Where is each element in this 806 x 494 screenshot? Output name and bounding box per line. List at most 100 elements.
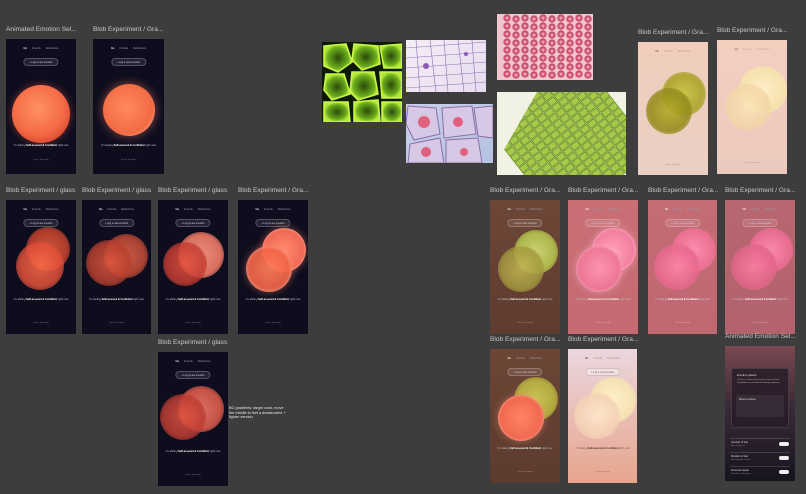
frame-blob-glass-2[interactable]: Blob Experiment / glass Me Friends Reflect… [82,187,151,334]
nav-me[interactable]: Me [507,208,511,211]
nav-reflections[interactable]: Reflections [46,47,59,50]
nav-friends[interactable]: Friends [120,47,129,50]
nav-me[interactable]: Me [585,208,589,211]
blob-front[interactable] [16,242,64,290]
log-emotion-pill[interactable]: + Log a new emotion [23,58,59,67]
frame-blob-gradient-1[interactable]: Blob Experiment / Gra... Me Friends Reflec… [93,26,164,174]
frame-label[interactable]: Blob Experiment / glass [158,187,227,194]
nav-friends[interactable]: Friends [184,208,193,211]
nav-friends[interactable]: Friends [32,47,41,50]
emotion-blob[interactable] [12,85,70,143]
image-red-blood-cells[interactable] [497,14,593,80]
frame-label[interactable]: Blob Experiment / Gra... [725,187,795,194]
nav-reflections[interactable]: Reflections [765,208,778,211]
image-pink-nuclei-cells[interactable] [406,104,493,163]
nav-friends[interactable]: Friends [674,208,683,211]
log-emotion-pill[interactable]: + Log a new emotion [585,219,621,228]
nav-me[interactable]: Me [111,47,115,50]
frame-label[interactable]: Blob Experiment / Gra... [490,336,560,343]
nav-me[interactable]: Me [23,208,27,211]
frame-blob-gradient-pink-1[interactable]: Blob Experiment / Gra... Me Friends Reflec… [568,187,638,334]
nav-me[interactable]: Me [23,47,27,50]
frame-blob-gradient-olive[interactable]: Blob Experiment / Gra... Me Friends Reflec… [638,29,708,175]
frame-blob-glass-4[interactable]: Blob Experiment / glass Me Friends Reflect… [158,339,228,486]
slider-row[interactable]: Duration of feel How long has it lasted [730,452,790,464]
log-emotion-pill[interactable]: + Log a new emotion [23,219,59,228]
frame-label[interactable]: Blob Experiment / Gra... [638,29,708,36]
slider-row[interactable]: Personal impact How does it affect you [730,466,790,478]
toggle[interactable] [779,442,789,446]
toggle[interactable] [779,470,789,474]
frame-blob-glass-3[interactable]: Blob Experiment / glass Me Friends Reflect… [158,187,228,334]
mixed-emotions-panel[interactable]: Mixed emotions [736,395,784,417]
blob-front[interactable] [725,84,771,130]
log-emotion-pill[interactable]: + Log a new emotion [507,368,543,377]
blob-front[interactable] [86,240,132,286]
frame-label[interactable]: Blob Experiment / Gra... [490,187,560,194]
nav-me[interactable]: Me [734,48,738,51]
log-emotion-pill[interactable]: + Log a new emotion [507,219,543,228]
blob-front[interactable] [163,242,207,286]
nav-reflections[interactable]: Reflections [278,208,291,211]
nav-friends[interactable]: Friends [108,208,117,211]
frame-label[interactable]: Blob Experiment / Gra... [568,187,638,194]
frame-blob-glass-1[interactable]: Blob Experiment / glass Me Friends Reflect… [6,187,76,334]
nav-reflections[interactable]: Reflections [530,208,543,211]
nav-reflections[interactable]: Reflections [46,208,59,211]
nav-friends[interactable]: Friends [594,208,603,211]
blob-front[interactable] [574,393,620,439]
slider-row[interactable]: Intensity of feel How strong is it [730,438,790,450]
frame-blob-gradient-brown[interactable]: Blob Experiment / Gra... Me Friends Reflec… [490,187,560,334]
blob-front[interactable] [498,395,544,441]
log-emotion-pill[interactable]: + Log a new emotion [175,371,211,380]
nav-me[interactable]: Me [585,357,589,360]
nav-friends[interactable]: Friends [664,50,673,53]
blob-front[interactable] [576,246,622,292]
nav-me[interactable]: Me [742,208,746,211]
log-emotion-pill[interactable]: + Log a new emotion [110,58,147,67]
frame-blob-gradient-cream[interactable]: Blob Experiment / Gra... Me Friends Reflec… [717,27,787,174]
nav-me[interactable]: Me [175,360,179,363]
nav-reflections[interactable]: Reflections [198,360,211,363]
nav-reflections[interactable]: Reflections [121,208,134,211]
nav-reflections[interactable]: Reflections [678,50,691,53]
nav-me[interactable]: Me [99,208,103,211]
nav-reflections[interactable]: Reflections [607,357,620,360]
nav-friends[interactable]: Friends [264,208,273,211]
toggle[interactable] [779,456,789,460]
nav-reflections[interactable]: Reflections [133,47,146,50]
nav-reflections[interactable]: Reflections [757,48,770,51]
nav-friends[interactable]: Friends [594,357,603,360]
nav-reflections[interactable]: Reflections [608,208,621,211]
nav-friends[interactable]: Friends [751,208,760,211]
blob-front[interactable] [160,394,206,440]
nav-reflections[interactable]: Reflections [198,208,211,211]
frame-blob-gradient-brown-2[interactable]: Blob Experiment / Gra... Me Friends Reflec… [490,336,560,483]
nav-me[interactable]: Me [255,208,259,211]
frame-label[interactable]: Blob Experiment / glass [6,187,75,194]
frame-blob-gradient-2[interactable]: Blob Experiment / Gra... Me Friends Reflec… [238,187,308,334]
frame-blob-gradient-peach[interactable]: Blob Experiment / Gra... Me Friends Reflec… [568,336,638,483]
blob-front[interactable] [731,244,777,290]
figma-canvas[interactable]: Animated Emotion Sel... Me Friends Reflect… [0,0,806,494]
nav-reflections[interactable]: Reflections [530,357,543,360]
nav-friends[interactable]: Friends [184,360,193,363]
blob-front[interactable] [498,246,544,292]
emotion-blob[interactable] [103,84,155,136]
frame-label[interactable]: Animated Emotion Sel... [725,333,796,340]
nav-reflections[interactable]: Reflections [687,208,700,211]
image-leaf-tissue-green[interactable] [497,92,626,175]
design-note[interactable]: BG gradients; target color, move the mid… [229,406,289,420]
frame-label[interactable]: Blob Experiment / Gra... [717,27,787,34]
log-emotion-pill[interactable]: + Log a new emotion [175,219,211,228]
nav-friends[interactable]: Friends [516,357,525,360]
frame-blob-gradient-pink-2[interactable]: Blob Experiment / Gra... Me Friends Reflec… [648,187,718,334]
frame-label[interactable]: Blob Experiment / glass [158,339,227,346]
blob-front[interactable] [246,246,292,292]
image-onion-cells-purple[interactable] [406,40,486,92]
frame-animated-emotion-selector[interactable]: Animated Emotion Sel... Me Friends Reflect… [6,26,77,174]
log-emotion-pill[interactable]: + Log a new emotion [664,219,701,228]
log-emotion-pill[interactable]: + Log a new emotion [255,219,291,228]
frame-blob-gradient-pink-3[interactable]: Blob Experiment / Gra... Me Friends Reflec… [725,187,795,334]
frame-label[interactable]: Blob Experiment / Gra... [93,26,163,33]
